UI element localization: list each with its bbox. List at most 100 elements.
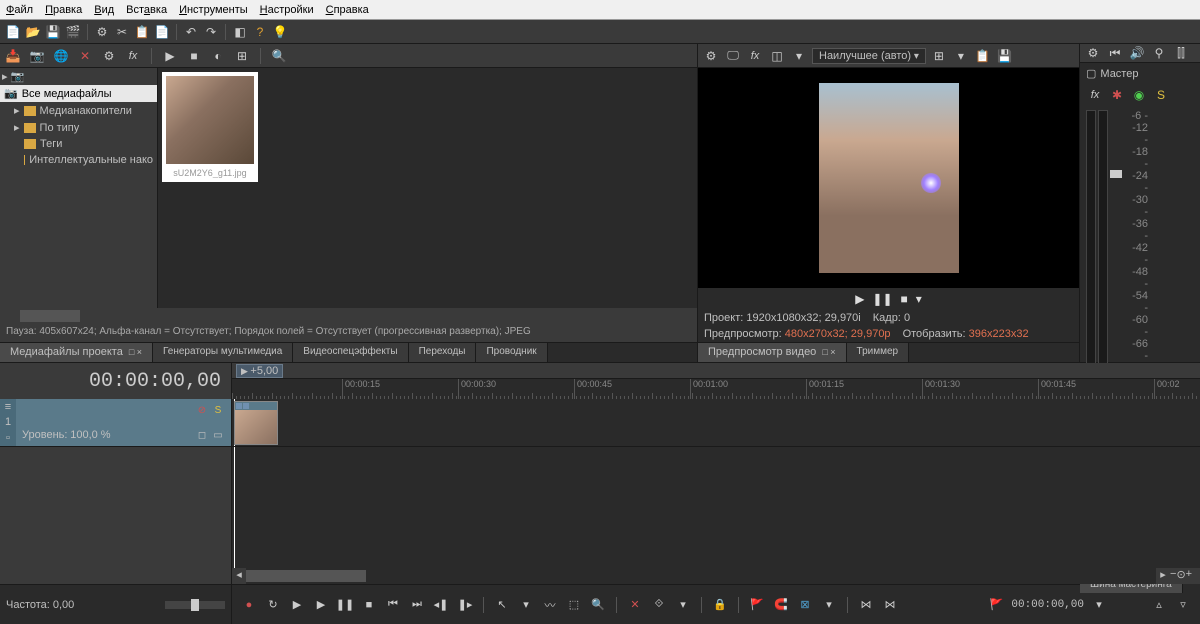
bypass-fx-icon[interactable]: ⊘: [195, 403, 209, 417]
next-frame-icon[interactable]: ❚▸: [456, 596, 474, 614]
marker-row[interactable]: ▶ +5,00: [232, 363, 1200, 379]
web-icon[interactable]: 🌐: [52, 47, 70, 65]
auto-crossfade-icon[interactable]: ⋈: [881, 596, 899, 614]
master-automation-icon[interactable]: ◉: [1130, 86, 1148, 104]
marker-icon[interactable]: 🚩: [748, 596, 766, 614]
ripple-dropdown-icon[interactable]: ▾: [674, 596, 692, 614]
render-icon[interactable]: 🎬: [64, 23, 82, 41]
preview-play-icon[interactable]: ▶: [855, 292, 864, 306]
auto-ripple-icon[interactable]: ⟐: [650, 596, 668, 614]
track-solo-icon[interactable]: S: [211, 403, 225, 417]
tool-dropdown-icon[interactable]: ▾: [517, 596, 535, 614]
master-fx-icon[interactable]: fx: [1086, 86, 1104, 104]
media-scroll[interactable]: [0, 308, 697, 324]
preview-pause-icon[interactable]: ❚❚: [872, 292, 892, 306]
menu-edit[interactable]: Правка: [45, 4, 82, 16]
tree-expand[interactable]: ▸ 📷: [0, 68, 157, 85]
preview-quality-combo[interactable]: Наилучшее (авто) ▾: [812, 48, 926, 64]
zoom-in-icon[interactable]: ▿: [1174, 596, 1192, 614]
tree-tags[interactable]: Теги: [0, 136, 157, 152]
undo-icon[interactable]: ↶: [182, 23, 200, 41]
preview-dropdown-icon[interactable]: ▾: [790, 47, 808, 65]
tree-storage[interactable]: ▸Медианакопители: [0, 102, 157, 119]
preview-grid-icon[interactable]: ⊞: [930, 47, 948, 65]
media-tree[interactable]: ▸ 📷 📷Все медиафайлы ▸Медианакопители ▸По…: [0, 68, 158, 308]
media-thumbnail[interactable]: sU2M2Y6_g11.jpg: [162, 72, 258, 182]
tree-all-media[interactable]: 📷Все медиафайлы: [0, 85, 157, 102]
new-icon[interactable]: 📄: [4, 23, 22, 41]
stop2-icon[interactable]: ■: [360, 596, 378, 614]
tab-preview[interactable]: Предпросмотр видео□ ×: [698, 343, 847, 362]
paste-icon[interactable]: 📄: [153, 23, 171, 41]
tree-smart[interactable]: Интеллектуальные нако: [0, 152, 157, 168]
menu-insert[interactable]: Вставка: [126, 4, 167, 16]
preview-overlay-icon[interactable]: ▾: [952, 47, 970, 65]
preview-split-icon[interactable]: ◫: [768, 47, 786, 65]
search-icon[interactable]: 🔍: [270, 47, 288, 65]
normal-edit-icon[interactable]: ↖: [493, 596, 511, 614]
views-icon[interactable]: ⊞: [233, 47, 251, 65]
go-end-icon[interactable]: ⏭: [408, 596, 426, 614]
preview-fx-icon[interactable]: fx: [746, 47, 764, 65]
timecode-dropdown-icon[interactable]: ▾: [1090, 596, 1108, 614]
snap-icon[interactable]: ✕: [626, 596, 644, 614]
tutorial-icon[interactable]: ?: [251, 23, 269, 41]
rate-scrubber[interactable]: [165, 601, 225, 609]
pause-icon[interactable]: ❚❚: [336, 596, 354, 614]
clip-header[interactable]: [235, 402, 277, 410]
crossfade-icon[interactable]: ⋈: [857, 596, 875, 614]
bottom-timecode[interactable]: 00:00:00,00: [1011, 599, 1084, 611]
tab-generators[interactable]: Генераторы мультимедиа: [153, 343, 293, 362]
track-content[interactable]: [232, 399, 1200, 568]
open-icon[interactable]: 📂: [24, 23, 42, 41]
track-mute-icon[interactable]: ◻: [195, 428, 209, 442]
play-start-icon[interactable]: ▶: [288, 596, 306, 614]
menu-tools[interactable]: Инструменты: [179, 4, 248, 16]
remove-icon[interactable]: ✕: [76, 47, 94, 65]
record-icon[interactable]: ●: [240, 596, 258, 614]
autoplay-icon[interactable]: ◐: [209, 47, 227, 65]
tab-explorer[interactable]: Проводник: [476, 343, 547, 362]
properties2-icon[interactable]: ⚙: [100, 47, 118, 65]
cut-icon[interactable]: ✂: [113, 23, 131, 41]
master-faders-icon[interactable]: ⫿⫿: [1172, 44, 1190, 62]
save-icon[interactable]: 💾: [44, 23, 62, 41]
preview-external-icon[interactable]: 🖵: [724, 47, 742, 65]
quantize-icon[interactable]: ⊠: [796, 596, 814, 614]
menu-help[interactable]: Справка: [326, 4, 369, 16]
master-settings-icon[interactable]: ⚙: [1084, 44, 1102, 62]
fader-handle[interactable]: [1110, 170, 1122, 178]
master-solo-icon[interactable]: S: [1152, 86, 1170, 104]
snap-dropdown-icon[interactable]: ▾: [820, 596, 838, 614]
flag-icon[interactable]: 🚩: [987, 596, 1005, 614]
fx-icon[interactable]: fx: [124, 47, 142, 65]
zoom-icon[interactable]: 🔍: [589, 596, 607, 614]
timeline-scroll[interactable]: ◂ ▸ −⊙+: [0, 568, 1200, 584]
import-icon[interactable]: 📥: [4, 47, 22, 65]
play2-icon[interactable]: ▶: [312, 596, 330, 614]
master-dim-icon[interactable]: ⚲: [1150, 44, 1168, 62]
master-mute-icon[interactable]: 🔊: [1128, 44, 1146, 62]
menu-settings[interactable]: Настройки: [260, 4, 314, 16]
track-maximize-icon[interactable]: ▭: [211, 428, 225, 442]
toggle-icon[interactable]: ◧: [231, 23, 249, 41]
preview-copy-icon[interactable]: 📋: [974, 47, 992, 65]
capture-icon[interactable]: 📷: [28, 47, 46, 65]
tab-trimmer[interactable]: Триммер: [847, 343, 910, 362]
track-handle[interactable]: ≡ 1 ▫: [0, 399, 16, 446]
loop-icon[interactable]: ↻: [264, 596, 282, 614]
stop-icon[interactable]: ■: [185, 47, 203, 65]
menu-file[interactable]: ФФайлайл: [6, 4, 33, 16]
redo-icon[interactable]: ↷: [202, 23, 220, 41]
tab-video-fx[interactable]: Видеоспецэффекты: [293, 343, 408, 362]
preview-save-icon[interactable]: 💾: [996, 47, 1014, 65]
preview-more-icon[interactable]: ▾: [916, 292, 922, 306]
selection-icon[interactable]: ⬚: [565, 596, 583, 614]
properties-icon[interactable]: ⚙: [93, 23, 111, 41]
help-icon[interactable]: 💡: [271, 23, 289, 41]
track-lane-1[interactable]: [232, 399, 1200, 447]
loop-region[interactable]: ▶ +5,00: [236, 364, 283, 378]
lock-icon[interactable]: 🔒: [711, 596, 729, 614]
zoom-out-icon[interactable]: ▵: [1150, 596, 1168, 614]
timecode-display[interactable]: 00:00:00,00: [0, 363, 232, 399]
